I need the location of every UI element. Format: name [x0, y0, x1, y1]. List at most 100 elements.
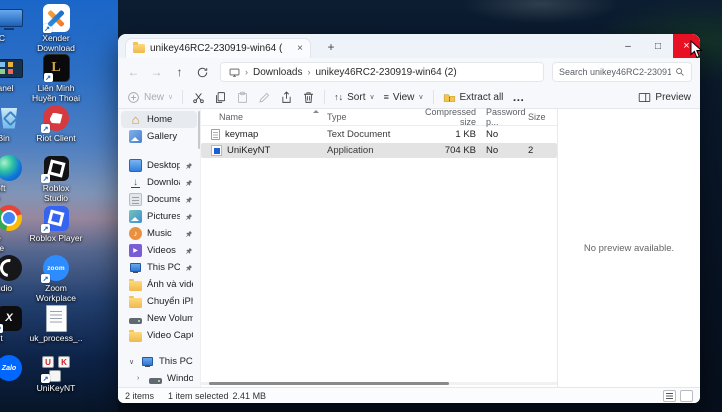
search-input[interactable]: Search unikey46RC2-230919-win — [552, 62, 692, 82]
file-row-keymap[interactable]: keymap Text Document 1 KB No — [201, 127, 557, 142]
new-tab-button[interactable]: + — [322, 38, 340, 56]
sidebar-item-desktop[interactable]: Desktop — [121, 157, 197, 174]
desktop-icon-unikeynt[interactable]: U K UniKeyNT — [26, 354, 86, 404]
horizontal-scrollbar-thumb[interactable] — [209, 382, 449, 385]
refresh-icon — [197, 67, 208, 77]
xender-icon — [42, 4, 70, 33]
file-list: Name Type Compressed size Password p... … — [200, 107, 557, 387]
forward-button[interactable]: → — [147, 63, 166, 82]
desktop-icon-riot-client[interactable]: Riot Client — [26, 104, 86, 154]
sidebar-item-documents[interactable]: Documents — [121, 191, 197, 208]
sidebar-item-music[interactable]: Music — [121, 225, 197, 242]
titlebar[interactable]: unikey46RC2-230919-win64 ( × + – □ × — [118, 34, 700, 58]
file-explorer-window: unikey46RC2-230919-win64 ( × + – □ × ← →… — [118, 34, 700, 403]
details-view-button[interactable] — [663, 389, 676, 402]
roblox-studio-icon — [41, 154, 71, 183]
selection-count: 1 item selected — [168, 390, 229, 401]
desktop-icon-label: Xender Download — [37, 33, 75, 53]
sidebar-item-video-capcut[interactable]: Video CapCut — [121, 327, 197, 344]
riot-client-icon — [41, 104, 71, 133]
sort-ascending-icon — [313, 110, 319, 113]
explorer-tab[interactable]: unikey46RC2-230919-win64 ( × — [125, 38, 311, 58]
sidebar-item-anh-va-video[interactable]: Ánh và video — [121, 276, 197, 293]
desktop-icon-xender[interactable]: Xender Download — [26, 4, 86, 54]
sort-button[interactable]: ↑↓ Sort ∨ — [334, 92, 374, 103]
shortcut-arrow-icon — [41, 124, 50, 133]
unikey-icon: U K — [41, 354, 71, 383]
desktop-icon-league-of-legends[interactable]: L Liên Minh Huyền Thoại — [26, 54, 86, 104]
shortcut-arrow-icon — [41, 274, 50, 283]
sidebar-item-videos[interactable]: Videos — [121, 242, 197, 259]
documents-icon — [129, 193, 142, 206]
preview-toggle-button[interactable]: Preview — [638, 91, 691, 104]
desktop-icon-roblox-player[interactable]: Roblox Player — [26, 204, 86, 254]
up-button[interactable]: ↑ — [170, 63, 189, 82]
desktop-icon-uk-process-file[interactable]: uk_process_.. — [26, 304, 86, 354]
sidebar-item-home[interactable]: Home — [121, 111, 197, 128]
column-header-type[interactable]: Type — [327, 112, 412, 122]
back-button[interactable]: ← — [124, 63, 143, 82]
maximize-button[interactable]: □ — [643, 34, 673, 58]
column-header-compressed-size[interactable]: Compressed size — [412, 107, 476, 127]
desktop-icon-label: uk_process_.. — [29, 333, 83, 343]
sidebar-item-pictures[interactable]: Pictures — [121, 208, 197, 225]
view-button[interactable]: ≡ View ∨ — [384, 92, 424, 103]
sidebar-item-windows-c[interactable]: › Windows (C:) — [121, 370, 197, 387]
sidebar-item-this-pc-pinned[interactable]: This PC — [121, 259, 197, 276]
column-header-password[interactable]: Password p... — [476, 107, 526, 127]
file-name: UniKeyNT — [227, 145, 271, 156]
large-icons-view-button[interactable] — [680, 389, 693, 402]
extract-all-button[interactable]: Extract all — [443, 91, 503, 104]
shortcut-arrow-icon — [41, 174, 50, 183]
column-header-size[interactable]: Size — [522, 112, 557, 122]
sidebar-item-chuyen-iphone[interactable]: Chuyển iPhone — [121, 293, 197, 310]
delete-button[interactable] — [302, 91, 315, 104]
breadcrumb-separator: › — [245, 67, 248, 77]
preview-pane: No preview available. — [558, 109, 700, 387]
cut-button[interactable] — [192, 91, 205, 104]
pin-icon — [185, 196, 193, 204]
rename-button[interactable] — [258, 91, 271, 104]
new-button-label: New — [144, 91, 165, 103]
breadcrumb-current-folder[interactable]: unikey46RC2-230919-win64 (2) — [315, 67, 456, 78]
breadcrumb[interactable]: › Downloads › unikey46RC2-230919-win64 (… — [220, 62, 544, 82]
column-header-name[interactable]: Name — [209, 112, 327, 122]
league-of-legends-icon: L — [42, 54, 70, 82]
desktop-icon-column-right: Xender Download L Liên Minh Huyền Thoại … — [26, 4, 86, 404]
sidebar-item-gallery[interactable]: Gallery — [121, 128, 197, 145]
desktop-icon-zoom[interactable]: zoom Zoom Workplace — [26, 254, 86, 304]
horizontal-scrollbar[interactable] — [201, 382, 557, 385]
sidebar-item-new-volume-d[interactable]: New Volume (D: — [121, 310, 197, 327]
desktop-icon-roblox-studio[interactable]: Roblox Studio — [26, 154, 86, 204]
new-button[interactable]: New ∨ — [127, 91, 173, 104]
desktop-icon-label: Zoom Workplace — [36, 283, 76, 303]
share-button[interactable] — [280, 90, 293, 104]
refresh-button[interactable] — [193, 63, 212, 82]
recycle-bin-icon — [0, 104, 24, 132]
more-options-button[interactable]: … — [512, 90, 524, 104]
file-password-cell: No — [486, 145, 499, 156]
file-type-cell: Application — [327, 145, 374, 156]
text-document-icon — [211, 129, 220, 140]
copy-button[interactable] — [214, 91, 227, 104]
tab-close-icon[interactable]: × — [297, 43, 303, 54]
sidebar-item-label: Windows (C:) — [167, 373, 193, 384]
file-password-cell: No — [486, 129, 499, 140]
sort-arrows-icon: ↑↓ — [334, 92, 344, 102]
pin-icon — [185, 264, 193, 272]
minimize-button[interactable]: – — [613, 34, 643, 58]
breadcrumb-downloads[interactable]: Downloads — [253, 67, 302, 78]
desktop-icon-label: S Studio — [0, 283, 13, 293]
file-compressed-size-cell: 704 KB — [444, 145, 476, 156]
chevron-expanded-icon[interactable]: ∨ — [129, 358, 136, 366]
file-row-unikeynt[interactable]: UniKeyNT Application 704 KB No 2 — [201, 143, 557, 158]
sidebar-item-this-pc-tree[interactable]: ∨ This PC — [121, 353, 197, 370]
file-name: keymap — [225, 129, 259, 140]
delete-icon — [304, 91, 314, 103]
chevron-collapsed-icon[interactable]: › — [137, 375, 144, 382]
sidebar-item-label: This PC — [147, 262, 180, 273]
sidebar-item-label: Desktop — [147, 160, 180, 171]
paste-button[interactable] — [236, 91, 249, 104]
sidebar-item-downloads[interactable]: Downloads — [121, 174, 197, 191]
shortcut-arrow-icon — [0, 324, 3, 333]
